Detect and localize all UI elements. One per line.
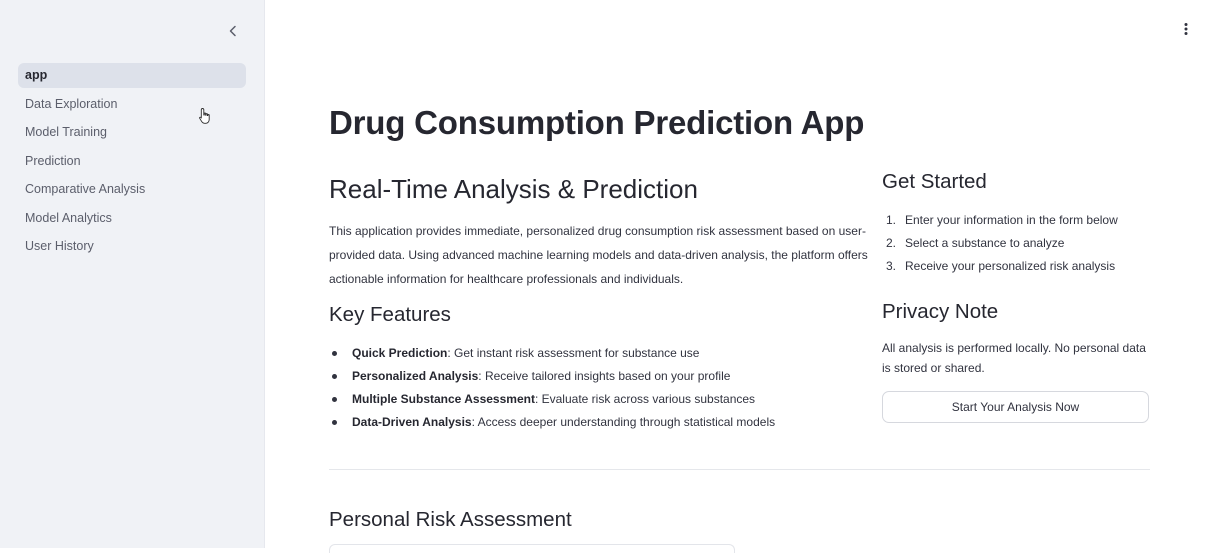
feature-name: Personalized Analysis	[352, 369, 479, 383]
feature-item: Personalized Analysis: Receive tailored …	[329, 365, 775, 388]
feature-desc: : Evaluate risk across various substance…	[534, 392, 756, 406]
feature-desc: : Access deeper understanding through st…	[471, 415, 776, 429]
privacy-note-heading: Privacy Note	[882, 300, 999, 323]
section-divider	[329, 469, 1150, 470]
sidebar-item-user-history[interactable]: User History	[18, 234, 246, 259]
feature-item: Multiple Substance Assessment: Evaluate …	[329, 388, 775, 411]
vertical-dots-icon	[1184, 23, 1188, 35]
sidebar-item-prediction[interactable]: Prediction	[18, 149, 246, 174]
step-number: 1.	[886, 213, 897, 227]
feature-item: Data-Driven Analysis: Access deeper unde…	[329, 411, 775, 434]
chevron-left-icon	[229, 25, 236, 37]
main-content: Drug Consumption Prediction App Real-Tim…	[266, 0, 1217, 553]
get-started-steps: 1. Enter your information in the form bel…	[882, 209, 1118, 278]
sidebar-item-model-analytics[interactable]: Model Analytics	[18, 206, 246, 231]
sidebar-nav: app Data Exploration Model Training Pred…	[18, 63, 246, 263]
hand-pointer-cursor-icon	[199, 108, 210, 124]
page-title: Drug Consumption Prediction App	[329, 104, 865, 141]
feature-item: Quick Prediction: Get instant risk asses…	[329, 342, 775, 365]
personal-risk-heading: Personal Risk Assessment	[329, 508, 572, 531]
get-started-heading: Get Started	[882, 170, 987, 193]
sidebar-item-comparative-analysis[interactable]: Comparative Analysis	[18, 177, 246, 202]
step-text: Enter your information in the form below	[905, 213, 1118, 227]
key-features-heading: Key Features	[329, 303, 451, 326]
start-analysis-button[interactable]: Start Your Analysis Now	[882, 391, 1149, 423]
step-text: Receive your personalized risk analysis	[905, 259, 1116, 273]
intro-paragraph: This application provides immediate, per…	[329, 224, 868, 286]
feature-desc: : Get instant risk assessment for substa…	[447, 346, 700, 360]
privacy-note-text: All analysis is performed locally. No pe…	[882, 341, 1146, 375]
step-item: 2. Select a substance to analyze	[882, 232, 1118, 255]
feature-name: Multiple Substance Assessment	[352, 392, 535, 406]
step-item: 3. Receive your personalized risk analysi…	[882, 255, 1118, 278]
step-text: Select a substance to analyze	[905, 236, 1065, 250]
collapse-sidebar-button[interactable]	[222, 20, 244, 42]
assessment-form-field[interactable]	[329, 544, 735, 553]
step-number: 3.	[886, 259, 897, 273]
feature-name: Data-Driven Analysis	[352, 415, 472, 429]
key-features-list: Quick Prediction: Get instant risk asses…	[329, 342, 775, 434]
feature-name: Quick Prediction	[352, 346, 448, 360]
feature-desc: : Receive tailored insights based on you…	[478, 369, 731, 383]
sidebar: app Data Exploration Model Training Pred…	[0, 0, 265, 548]
sidebar-item-app[interactable]: app	[18, 63, 246, 88]
main-menu-button[interactable]	[1177, 20, 1195, 38]
step-item: 1. Enter your information in the form bel…	[882, 209, 1118, 232]
realtime-heading: Real-Time Analysis & Prediction	[329, 174, 698, 204]
step-number: 2.	[886, 236, 897, 250]
